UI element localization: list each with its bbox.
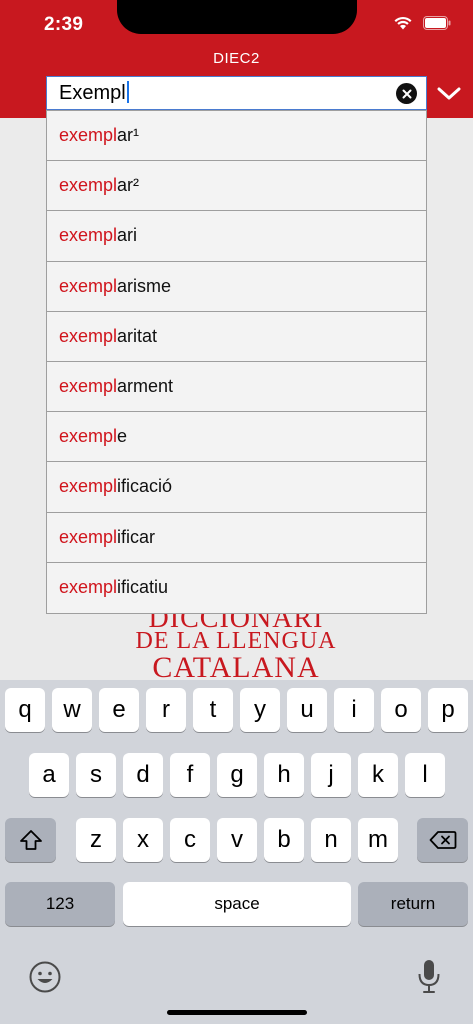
key-f[interactable]: f [170,753,210,797]
suggestion-match: exempl [59,275,118,296]
key-k[interactable]: k [358,753,398,797]
collapse-button[interactable] [434,80,464,108]
device-notch [117,0,357,34]
status-icons [393,15,451,30]
key-b[interactable]: b [264,818,304,862]
suggestion-match: exempl [59,325,118,346]
key-r[interactable]: r [146,688,186,732]
suggestion-rest: arisme [117,275,172,296]
suggestion-item[interactable]: exempl ificatiu [47,563,426,613]
on-screen-keyboard: q w e r t y u i o p a s d f g h j k l z … [0,680,473,1024]
microphone-icon[interactable] [416,958,442,996]
suggestion-match: exempl [59,376,118,397]
suggestion-item[interactable]: exempl ificar [47,513,426,563]
key-w[interactable]: w [52,688,92,732]
suggestion-match: exempl [59,426,118,447]
suggestion-rest: arment [117,376,174,397]
key-m[interactable]: m [358,818,398,862]
status-time: 2:39 [44,14,84,35]
suggestion-match: exempl [59,175,118,196]
key-n[interactable]: n [311,818,351,862]
suggestion-item[interactable]: exempl ar¹ [47,111,426,162]
logo-line-2: DE LA LLENGUA [135,628,337,654]
key-t[interactable]: t [193,688,233,732]
search-input[interactable]: Exempl [46,76,427,110]
key-c[interactable]: c [170,818,210,862]
search-query-text: Exempl [47,81,129,105]
suggestion-rest: ificatiu [117,577,169,598]
key-q[interactable]: q [5,688,45,732]
dictionary-logo: DICCIONARI DE LA LLENGUA CATALANA [120,608,352,678]
key-j[interactable]: j [311,753,351,797]
wifi-icon [394,16,412,30]
text-caret [126,81,129,103]
suggestion-rest: ar¹ [117,125,140,146]
numbers-key[interactable]: 123 [5,882,115,926]
chevron-down-icon [437,87,461,100]
key-o[interactable]: o [381,688,421,732]
suggestion-rest: ificació [117,476,173,497]
suggestion-match: exempl [59,526,118,547]
shift-key[interactable] [5,818,56,862]
app-header: 2:39 DIEC2 Exempl [0,0,473,118]
key-z[interactable]: z [76,818,116,862]
app-title: DIEC2 [213,50,260,67]
suggestion-item[interactable]: exempl e [47,412,426,463]
key-x[interactable]: x [123,818,163,862]
key-e[interactable]: e [99,688,139,732]
home-indicator[interactable] [167,1010,307,1015]
battery-icon [423,15,451,30]
space-key[interactable]: space [123,882,351,926]
shift-icon [19,830,42,850]
return-key[interactable]: return [358,882,468,926]
app-screen: 2:39 DIEC2 Exempl DICCIONARI DE LA LLENG… [0,0,473,1024]
key-d[interactable]: d [123,753,163,797]
suggestion-match: exempl [59,225,118,246]
suggestion-rest: aritat [117,325,158,346]
key-g[interactable]: g [217,753,257,797]
key-y[interactable]: y [240,688,280,732]
key-a[interactable]: a [29,753,69,797]
suggestion-rest: e [117,426,128,447]
key-p[interactable]: p [428,688,468,732]
suggestion-item[interactable]: exempl arment [47,362,426,413]
suggestion-match: exempl [59,577,118,598]
clear-search-button[interactable] [396,83,417,104]
emoji-icon[interactable] [28,960,62,994]
suggestion-item[interactable]: exempl ar² [47,161,426,212]
suggestion-rest: ar² [117,175,140,196]
suggestion-rest: ari [117,225,138,246]
delete-key[interactable] [417,818,468,862]
suggestion-item[interactable]: exempl ificació [47,462,426,513]
key-l[interactable]: l [405,753,445,797]
suggestion-match: exempl [59,125,118,146]
key-h[interactable]: h [264,753,304,797]
suggestion-item[interactable]: exempl aritat [47,312,426,362]
search-query-value: Exempl [59,82,126,104]
suggestion-rest: ificar [117,526,156,547]
key-v[interactable]: v [217,818,257,862]
key-u[interactable]: u [287,688,327,732]
logo-line-3: CATALANA [152,654,320,678]
suggestion-item[interactable]: exempl ari [47,211,426,262]
close-icon [402,89,411,98]
suggestion-list: exempl ar¹ exempl ar² exempl ari exempl aris… [46,110,427,614]
key-s[interactable]: s [76,753,116,797]
key-i[interactable]: i [334,688,374,732]
suggestion-match: exempl [59,476,118,497]
backspace-icon [429,831,456,849]
suggestion-item[interactable]: exempl arisme [47,262,426,312]
